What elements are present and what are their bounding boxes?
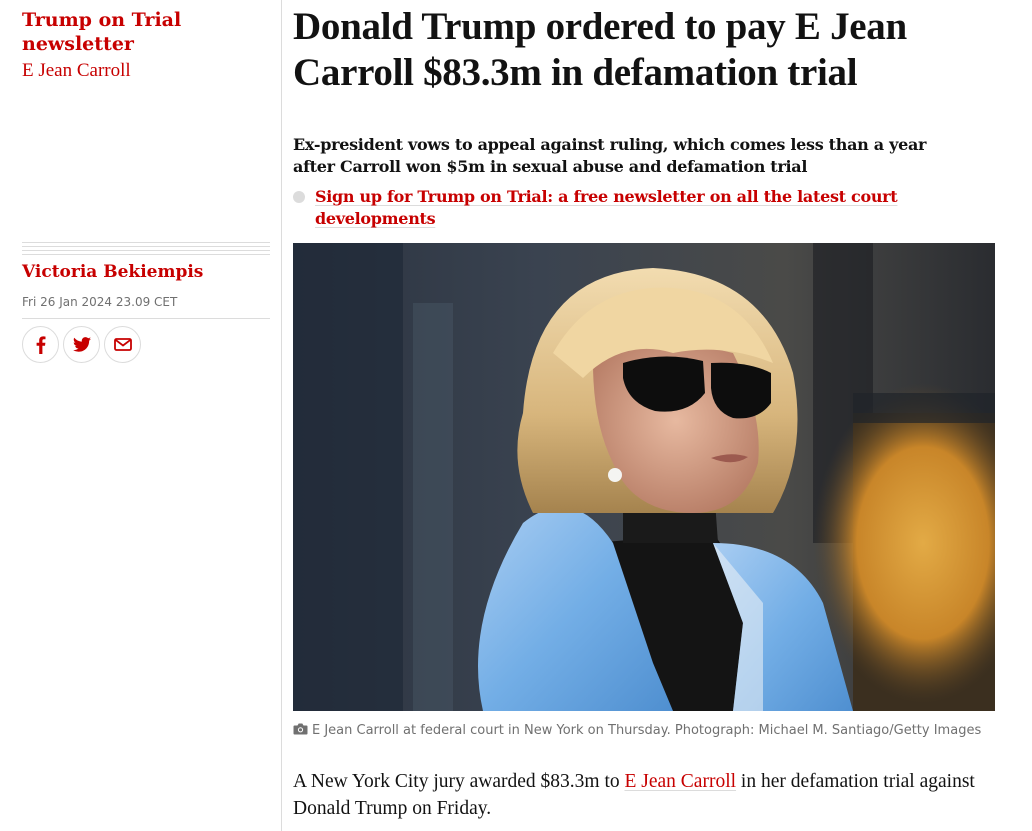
article-standfirst: Ex-president vows to appeal against ruli… <box>293 135 927 176</box>
facebook-icon <box>36 335 45 354</box>
bullet-icon <box>293 191 305 203</box>
article-main-photo <box>293 243 995 711</box>
twitter-icon <box>72 337 91 352</box>
body-text-before: A New York City jury awarded $83.3m to <box>293 771 625 792</box>
camera-icon <box>293 723 308 735</box>
publish-date: Fri 26 Jan 2024 23.09 CET <box>22 295 178 309</box>
author-byline[interactable]: Victoria Bekiempis <box>22 260 203 284</box>
share-twitter-button[interactable] <box>63 326 100 363</box>
divider <box>22 318 270 319</box>
series-subtitle[interactable]: E Jean Carroll <box>22 60 131 82</box>
share-facebook-button[interactable] <box>22 326 59 363</box>
divider <box>22 242 270 255</box>
series-title[interactable]: Trump on Trial newsletter <box>22 8 262 56</box>
article-headline: Donald Trump ordered to pay E Jean Carro… <box>293 5 907 94</box>
photo-caption: E Jean Carroll at federal court in New Y… <box>293 720 1003 741</box>
article-body-paragraph: A New York City jury awarded $83.3m to E… <box>293 768 993 822</box>
email-icon <box>113 338 132 351</box>
left-column: Trump on Trial newsletter E Jean Carroll… <box>0 0 282 831</box>
newsletter-signup-link[interactable]: Sign up for Trump on Trial: a free newsl… <box>315 186 915 230</box>
photo-caption-text: E Jean Carroll at federal court in New Y… <box>312 723 982 738</box>
e-jean-carroll-link[interactable]: E Jean Carroll <box>624 771 736 792</box>
share-email-button[interactable] <box>104 326 141 363</box>
